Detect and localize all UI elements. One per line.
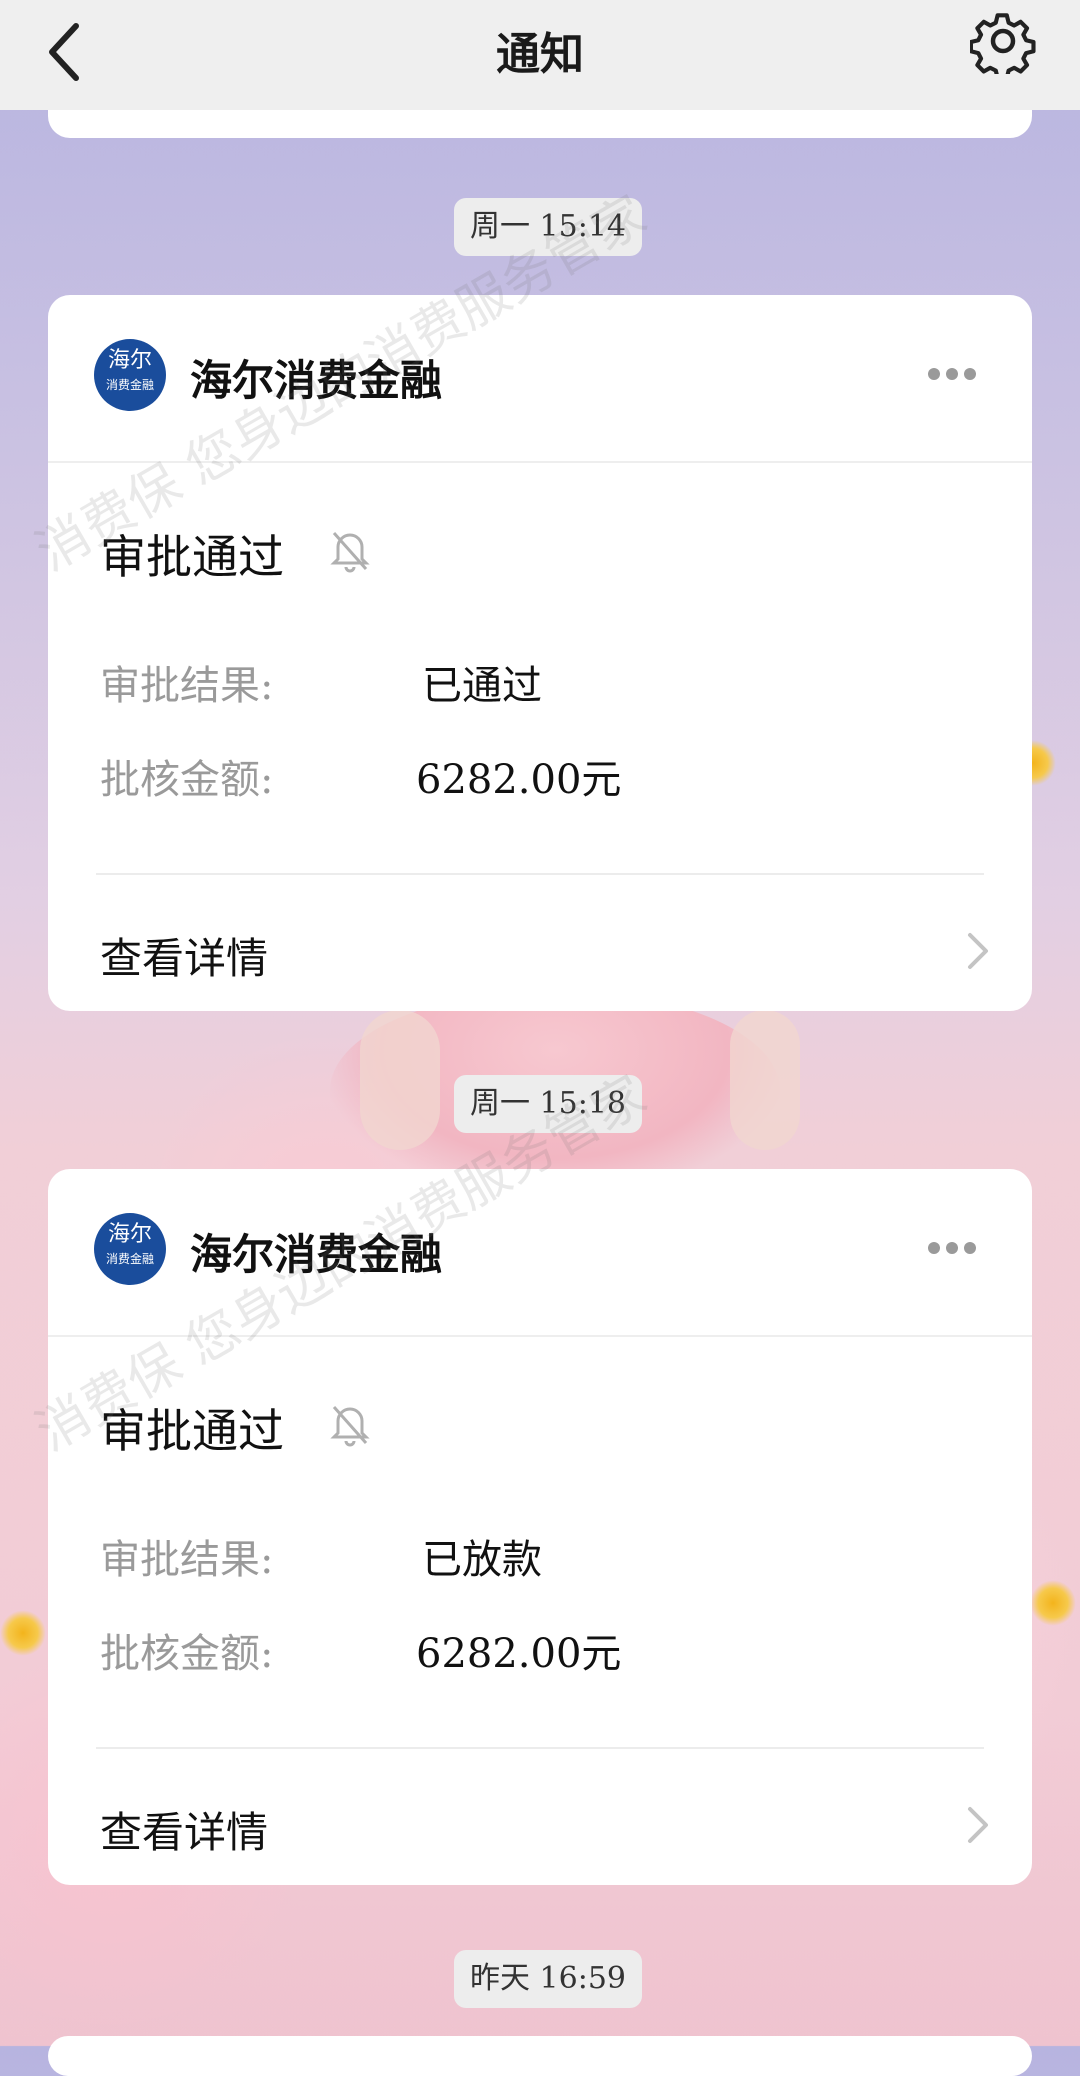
card-header: 海尔 消费金融 海尔消费金融 xyxy=(48,295,1032,463)
bell-muted-icon xyxy=(330,1406,370,1447)
timestamp-pill: 周一 15:18 xyxy=(454,1075,642,1133)
background-figure xyxy=(730,1010,800,1150)
message-title: 审批通过 xyxy=(100,530,284,584)
view-details-label: 查看详情 xyxy=(100,1808,269,1857)
sender-logo: 海尔 消费金融 xyxy=(94,339,166,411)
result-label: 审批结果: xyxy=(100,1537,274,1583)
background-figure xyxy=(360,1010,440,1150)
message-title: 审批通过 xyxy=(100,1404,284,1458)
result-value: 已通过 xyxy=(422,663,542,709)
view-details-link[interactable]: 查看详情 xyxy=(48,1757,1032,1887)
more-options-button[interactable] xyxy=(928,1239,984,1259)
page-title: 通知 xyxy=(496,29,584,80)
view-details-label: 查看详情 xyxy=(100,934,269,983)
sender-name: 海尔消费金融 xyxy=(190,1230,443,1279)
logo-text: 海尔 xyxy=(107,348,152,373)
timestamp-pill: 昨天 16:59 xyxy=(454,1950,642,2008)
dot-icon xyxy=(946,368,958,380)
bell-muted-icon xyxy=(330,532,370,573)
chevron-right-icon xyxy=(968,933,988,969)
notification-card: 海尔 消费金融 海尔消费金融 审批通过 审批结果: 已通过 批核金额: 6282… xyxy=(48,295,1032,1011)
result-value: 已放款 xyxy=(422,1537,542,1583)
more-options-button[interactable] xyxy=(928,365,984,385)
timestamp-pill: 周一 15:14 xyxy=(454,198,642,256)
dot-icon xyxy=(964,368,976,380)
settings-button[interactable] xyxy=(968,8,1036,80)
divider xyxy=(96,1747,984,1749)
gear-icon xyxy=(968,13,1036,80)
amount-value: 6282.00元 xyxy=(416,757,622,803)
logo-text: 海尔 xyxy=(107,1222,152,1247)
dot-icon xyxy=(928,368,940,380)
card-header: 海尔 消费金融 海尔消费金融 xyxy=(48,1169,1032,1337)
background-flower xyxy=(1030,1580,1076,1626)
amount-label: 批核金额: xyxy=(100,757,274,803)
result-label: 审批结果: xyxy=(100,663,274,709)
view-details-link[interactable]: 查看详情 xyxy=(48,883,1032,1013)
sender-logo: 海尔 消费金融 xyxy=(94,1213,166,1285)
background-flower xyxy=(0,1610,46,1656)
amount-label: 批核金额: xyxy=(100,1631,274,1677)
notification-card: 海尔 消费金融 海尔消费金融 审批通过 审批结果: 已放款 批核金额: 6282… xyxy=(48,1169,1032,1885)
amount-value: 6282.00元 xyxy=(416,1631,622,1677)
card-body: 审批通过 审批结果: 已放款 批核金额: 6282.00元 xyxy=(48,1337,1032,1757)
notification-card-partial xyxy=(48,2036,1032,2076)
divider xyxy=(96,873,984,875)
sender-name: 海尔消费金融 xyxy=(190,356,443,405)
dot-icon xyxy=(928,1242,940,1254)
top-bar: 通知 xyxy=(0,0,1080,110)
chevron-right-icon xyxy=(968,1807,988,1843)
card-body: 审批通过 审批结果: 已通过 批核金额: 6282.00元 xyxy=(48,463,1032,883)
dot-icon xyxy=(964,1242,976,1254)
logo-subtext: 消费金融 xyxy=(105,1252,154,1266)
logo-subtext: 消费金融 xyxy=(105,378,154,392)
dot-icon xyxy=(946,1242,958,1254)
